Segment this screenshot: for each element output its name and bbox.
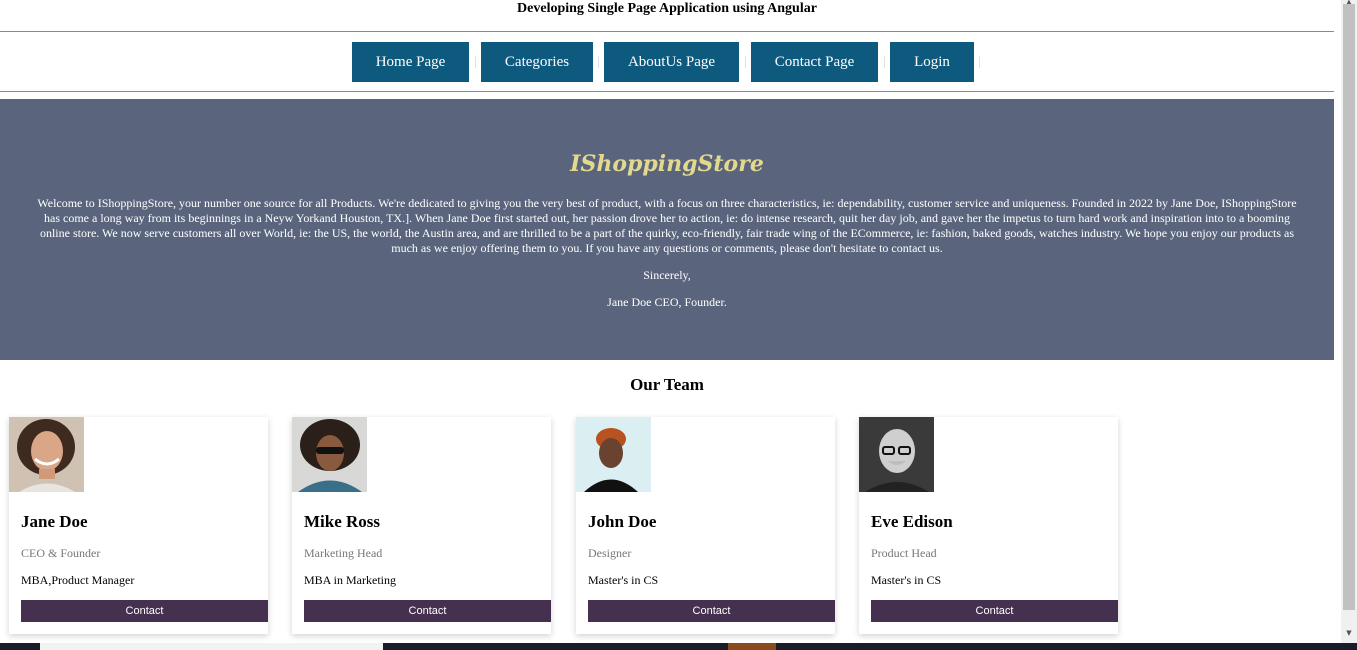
member-role: Marketing Head bbox=[304, 546, 383, 560]
about-hero: IShoppingStore Welcome to IShoppingStore… bbox=[0, 99, 1334, 360]
page: Developing Single Page Application using… bbox=[0, 0, 1334, 650]
member-role: Product Head bbox=[871, 546, 937, 560]
scroll-down-icon[interactable]: ▼ bbox=[1341, 628, 1357, 638]
signature: Jane Doe CEO, Founder. bbox=[607, 295, 727, 309]
team-heading: Our Team bbox=[630, 375, 704, 394]
member-name: John Doe bbox=[588, 512, 657, 531]
taskbar-app-icon[interactable] bbox=[728, 643, 776, 650]
vertical-scrollbar[interactable]: ▲ ▼ bbox=[1341, 0, 1357, 643]
team-card: John Doe Designer Master's in CS Contact bbox=[576, 417, 835, 634]
member-role: CEO & Founder bbox=[21, 546, 101, 560]
page-title: Developing Single Page Application using… bbox=[517, 1, 817, 16]
member-degree: MBA,Product Manager bbox=[21, 573, 135, 587]
divider-top bbox=[0, 31, 1334, 32]
sign-off: Sincerely, bbox=[643, 268, 691, 282]
taskbar bbox=[0, 643, 1357, 650]
avatar bbox=[859, 417, 934, 492]
contact-button[interactable]: Contact bbox=[588, 600, 835, 622]
contact-button[interactable]: Contact bbox=[21, 600, 268, 622]
avatar bbox=[9, 417, 84, 492]
nav-categories-button[interactable]: Categories bbox=[481, 42, 593, 82]
store-title: IShoppingStore bbox=[570, 151, 764, 177]
member-degree: MBA in Marketing bbox=[304, 573, 396, 587]
contact-button[interactable]: Contact bbox=[871, 600, 1118, 622]
nav-contact-button[interactable]: Contact Page bbox=[751, 42, 878, 82]
team-card: Jane Doe CEO & Founder MBA,Product Manag… bbox=[9, 417, 268, 634]
nav-home-button[interactable]: Home Page bbox=[352, 42, 469, 82]
member-name: Eve Edison bbox=[871, 512, 953, 531]
taskbar-search[interactable] bbox=[40, 643, 383, 650]
member-name: Jane Doe bbox=[21, 512, 88, 531]
team-card: Mike Ross Marketing Head MBA in Marketin… bbox=[292, 417, 551, 634]
divider-bottom bbox=[0, 91, 1334, 92]
contact-button[interactable]: Contact bbox=[304, 600, 551, 622]
avatar bbox=[292, 417, 367, 492]
nav-aboutus-button[interactable]: AboutUs Page bbox=[604, 42, 739, 82]
member-degree: Master's in CS bbox=[588, 573, 659, 587]
nav-separator bbox=[745, 56, 746, 68]
member-role: Designer bbox=[588, 546, 632, 560]
nav-separator bbox=[884, 56, 885, 68]
about-text: Welcome to IShoppingStore, your number o… bbox=[37, 196, 1297, 255]
team-card: Eve Edison Product Head Master's in CS C… bbox=[859, 417, 1118, 634]
nav-login-button[interactable]: Login bbox=[890, 42, 974, 82]
nav-separator bbox=[598, 56, 599, 68]
scrollbar-thumb[interactable] bbox=[1343, 4, 1355, 610]
nav-separator bbox=[475, 56, 476, 68]
nav-separator bbox=[979, 56, 980, 68]
avatar bbox=[576, 417, 651, 492]
member-name: Mike Ross bbox=[304, 512, 381, 531]
member-degree: Master's in CS bbox=[871, 573, 942, 587]
